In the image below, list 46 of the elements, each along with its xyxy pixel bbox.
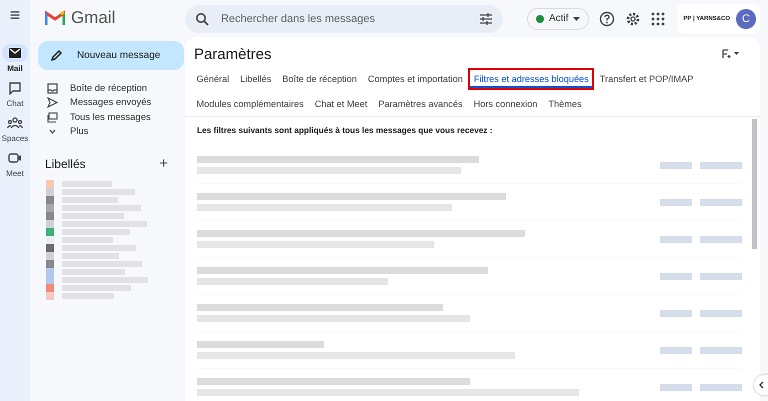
settings-icon[interactable] [625,10,642,26]
settings-tab[interactable]: Modules complémentaires [190,92,310,114]
send-arrow-icon [46,97,58,108]
chevron-left-icon [758,381,764,389]
rail-item[interactable]: Chat [2,79,28,108]
envelope-m-logo-icon [44,10,65,26]
settings-tab[interactable]: Chat et Meet [309,92,373,114]
rail-item[interactable]: Meet [2,149,28,178]
apps-grid-icon[interactable] [651,12,666,26]
rail-item[interactable]: Spaces [2,114,28,143]
settings-tab[interactable]: Thèmes [542,92,588,114]
add-label-button[interactable]: + [159,155,168,172]
search-bar[interactable]: Rechercher dans les messages [184,4,503,32]
stacked-envelopes-icon [46,112,58,123]
status-dropdown[interactable]: Actif [526,8,590,30]
search-field[interactable]: Rechercher dans les messages [218,12,469,26]
caret-icon [573,16,580,20]
app-name: Gmail [70,8,116,28]
settings-tab[interactable]: Paramètres avancés [372,92,468,114]
inbox-tray-icon [46,82,58,94]
settings-tab[interactable]: Libellés [234,68,277,90]
nav-item[interactable]: Messages envoyés [46,96,174,110]
filters-intro-text: Les filtres suivants sont appliqués à tous les messages que vous recevez : [196,125,493,135]
avatar[interactable]: C [736,8,756,28]
envelope-icon [8,47,22,59]
settings-tab[interactable]: Général [190,68,235,90]
help-icon[interactable] [599,10,616,26]
input-tools-icon[interactable] [722,49,740,59]
settings-tab[interactable]: Hors connexion [468,92,543,114]
settings-tab[interactable]: Filtres et adresses bloquées [468,68,594,90]
menu-icon[interactable]: ≡ [10,6,20,24]
settings-tab[interactable]: Transfert et POP/IMAP [594,68,699,90]
settings-tab[interactable]: Comptes et importation [362,68,468,90]
search-icon [194,12,209,26]
people-icon [6,117,23,129]
settings-tab[interactable]: Boîte de réception [276,68,362,90]
chat-bubble-icon [8,81,22,95]
video-camera-icon [8,152,22,164]
pencil-icon [50,49,63,62]
nav-item[interactable]: Tous les messages [46,110,174,124]
page-title: Paramètres [194,46,272,62]
compose-button[interactable]: Nouveau message [38,41,184,70]
labels-heading: Libellés [44,156,86,170]
nav-item[interactable]: Plus [46,124,174,139]
nav-item[interactable]: Boîte de réception [46,81,174,96]
filter-sliders-icon[interactable] [478,12,493,24]
